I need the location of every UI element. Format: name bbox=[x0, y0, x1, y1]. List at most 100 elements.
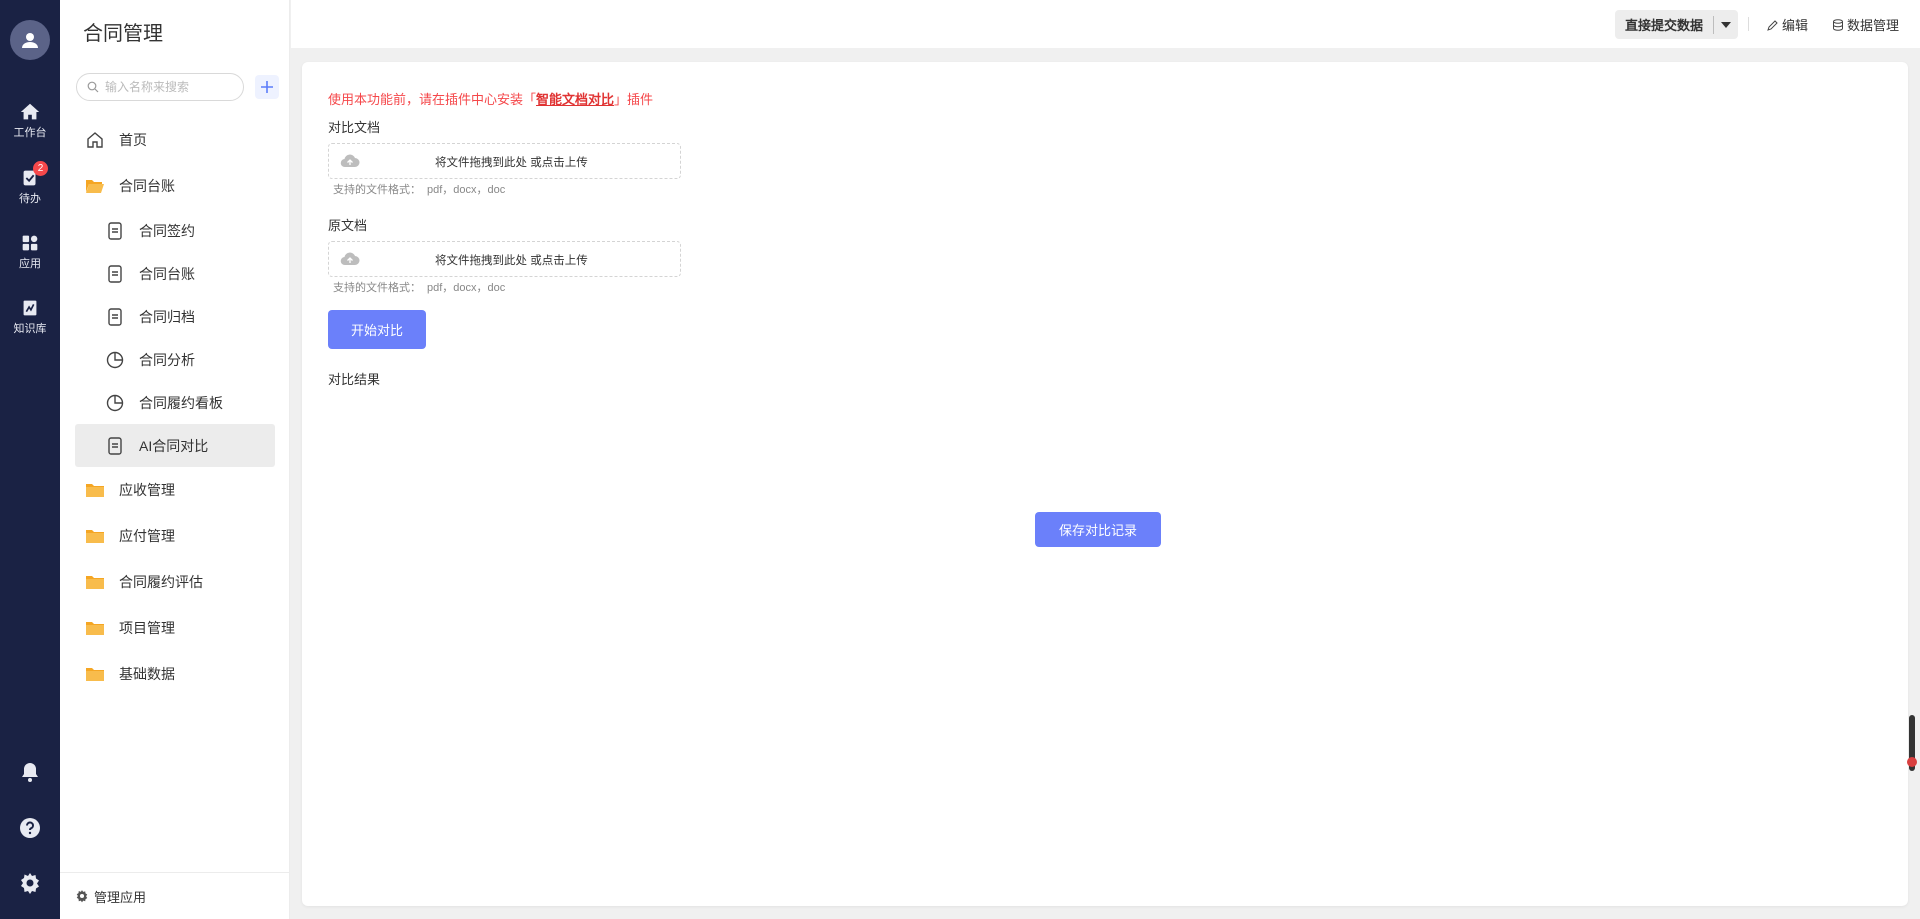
plugin-link[interactable]: 智能文档对比 bbox=[536, 92, 614, 107]
notice-suffix: 」插件 bbox=[614, 92, 654, 107]
formats-value: pdf，docx，doc bbox=[427, 184, 506, 196]
rail-item-todo[interactable]: 2 待办 bbox=[0, 161, 60, 206]
add-button[interactable] bbox=[255, 75, 279, 99]
sidebar-item-label: 合同台账 bbox=[139, 265, 195, 282]
folder-icon bbox=[85, 526, 105, 546]
search-box[interactable] bbox=[76, 73, 244, 101]
pie-chart-icon bbox=[105, 393, 125, 413]
plus-icon bbox=[261, 81, 273, 93]
gear-icon bbox=[75, 889, 89, 903]
sidebar-item-projects[interactable]: 项目管理 bbox=[75, 605, 275, 651]
sidebar-item-payables[interactable]: 应付管理 bbox=[75, 513, 275, 559]
sidebar-item-base-data[interactable]: 基础数据 bbox=[75, 651, 275, 697]
search-input[interactable] bbox=[105, 80, 235, 94]
rail-item-knowledge[interactable]: 知识库 bbox=[0, 297, 60, 336]
sidebar-item-contract-ledger-folder[interactable]: 合同台账 bbox=[75, 163, 275, 209]
sidebar-nav: 首页 合同台账 合同签约 合同台账 合同归档 合同分析 合同履约看板 AI合同对… bbox=[75, 117, 275, 697]
data-manage-button[interactable]: 数据管理 bbox=[1832, 15, 1899, 34]
document-icon bbox=[105, 221, 125, 241]
gear-icon bbox=[21, 873, 39, 894]
sidebar-item-contract-analysis[interactable]: 合同分析 bbox=[75, 338, 275, 381]
search-icon bbox=[87, 81, 99, 93]
folder-open-icon bbox=[85, 176, 105, 196]
todo-count-badge: 2 bbox=[33, 161, 48, 176]
original-doc-format-hint: 支持的文件格式： pdf，docx，doc bbox=[333, 279, 505, 295]
sidebar-item-label: 合同台账 bbox=[119, 178, 175, 194]
sidebar-item-ai-contract-compare[interactable]: AI合同对比 bbox=[75, 424, 275, 467]
submit-data-split-button: 直接提交数据 bbox=[1615, 10, 1739, 39]
submit-options-dropdown[interactable] bbox=[1714, 21, 1738, 28]
cloud-upload-icon bbox=[340, 154, 360, 171]
document-icon bbox=[105, 436, 125, 456]
database-icon bbox=[1833, 18, 1843, 31]
sidebar-item-home[interactable]: 首页 bbox=[75, 117, 275, 163]
sidebar-item-label: AI合同对比 bbox=[139, 437, 209, 454]
notice-prefix: 使用本功能前，请在插件中心安装「 bbox=[328, 92, 537, 107]
edit-label: 编辑 bbox=[1782, 18, 1809, 33]
folder-icon bbox=[85, 480, 105, 500]
rail-item-apps[interactable]: 应用 bbox=[0, 232, 60, 271]
sidebar-item-contract-signing[interactable]: 合同签约 bbox=[75, 209, 275, 252]
left-rail: 工作台 2 待办 应用 知识库 bbox=[0, 0, 60, 919]
sidebar-item-label: 首页 bbox=[119, 132, 147, 148]
folder-icon bbox=[85, 572, 105, 592]
caret-down-icon bbox=[1721, 21, 1732, 28]
help-icon bbox=[20, 818, 40, 838]
sidebar-item-label: 应付管理 bbox=[119, 528, 175, 544]
notifications-button[interactable] bbox=[0, 760, 60, 787]
top-bar: 直接提交数据 编辑 数据管理 bbox=[291, 0, 1920, 48]
sidebar-title: 合同管理 bbox=[83, 23, 163, 45]
user-avatar[interactable] bbox=[10, 20, 50, 60]
divider bbox=[1748, 17, 1749, 31]
document-icon bbox=[105, 264, 125, 284]
folder-icon bbox=[85, 664, 105, 684]
sidebar-item-contract-ledger[interactable]: 合同台账 bbox=[75, 252, 275, 295]
help-button[interactable] bbox=[0, 816, 60, 843]
sidebar: 合同管理 首页 合同台账 合同签约 合同台账 合同归档 合同分析 bbox=[60, 0, 290, 919]
sidebar-item-label: 基础数据 bbox=[119, 666, 175, 682]
scroll-indicator-dot bbox=[1907, 757, 1917, 767]
sidebar-item-contract-archive[interactable]: 合同归档 bbox=[75, 295, 275, 338]
sidebar-item-label: 项目管理 bbox=[119, 620, 175, 636]
rail-item-label: 工作台 bbox=[13, 127, 47, 139]
sidebar-item-performance-evaluation[interactable]: 合同履约评估 bbox=[75, 559, 275, 605]
upload-text: 将文件拖拽到此处 或点击上传 bbox=[435, 255, 588, 267]
sidebar-item-label: 合同履约看板 bbox=[139, 394, 223, 411]
plugin-notice: 使用本功能前，请在插件中心安装「智能文档对比」插件 bbox=[328, 89, 653, 108]
submit-data-button[interactable]: 直接提交数据 bbox=[1615, 15, 1713, 34]
pie-chart-icon bbox=[105, 350, 125, 370]
folder-icon bbox=[85, 618, 105, 638]
manage-app-button[interactable]: 管理应用 bbox=[60, 872, 289, 919]
sidebar-item-receivables[interactable]: 应收管理 bbox=[75, 467, 275, 513]
rail-item-label: 知识库 bbox=[13, 323, 47, 335]
pencil-icon bbox=[1767, 19, 1778, 31]
compare-doc-upload[interactable]: 将文件拖拽到此处 或点击上传 bbox=[328, 143, 681, 179]
formats-label: 支持的文件格式： bbox=[333, 282, 421, 294]
manage-app-label: 管理应用 bbox=[94, 889, 147, 905]
compare-doc-format-hint: 支持的文件格式： pdf，docx，doc bbox=[333, 181, 505, 197]
start-compare-button[interactable]: 开始对比 bbox=[328, 310, 426, 349]
settings-button[interactable] bbox=[0, 871, 60, 898]
knowledge-icon bbox=[23, 300, 37, 316]
edit-button[interactable]: 编辑 bbox=[1767, 15, 1808, 34]
original-doc-label: 原文档 bbox=[328, 218, 368, 233]
save-compare-record-button[interactable]: 保存对比记录 bbox=[1035, 512, 1161, 547]
data-manage-label: 数据管理 bbox=[1847, 18, 1900, 33]
rail-item-label: 应用 bbox=[19, 258, 41, 270]
bell-icon bbox=[22, 763, 38, 782]
compare-result-label: 对比结果 bbox=[328, 372, 381, 387]
sidebar-item-label: 合同签约 bbox=[139, 222, 195, 239]
sidebar-item-label: 应收管理 bbox=[119, 482, 175, 498]
original-doc-upload[interactable]: 将文件拖拽到此处 或点击上传 bbox=[328, 241, 681, 277]
home-outline-icon bbox=[85, 130, 105, 150]
formats-label: 支持的文件格式： bbox=[333, 184, 421, 196]
sidebar-item-label: 合同履约评估 bbox=[119, 574, 203, 590]
document-icon bbox=[105, 307, 125, 327]
sidebar-item-performance-board[interactable]: 合同履约看板 bbox=[75, 381, 275, 424]
sidebar-item-label: 合同分析 bbox=[139, 351, 195, 368]
compare-card: 使用本功能前，请在插件中心安装「智能文档对比」插件 对比文档 将文件拖拽到此处 … bbox=[302, 62, 1908, 906]
apps-icon bbox=[22, 235, 38, 251]
formats-value: pdf，docx，doc bbox=[427, 282, 506, 294]
cloud-upload-icon bbox=[340, 252, 360, 269]
rail-item-workbench[interactable]: 工作台 bbox=[0, 101, 60, 140]
